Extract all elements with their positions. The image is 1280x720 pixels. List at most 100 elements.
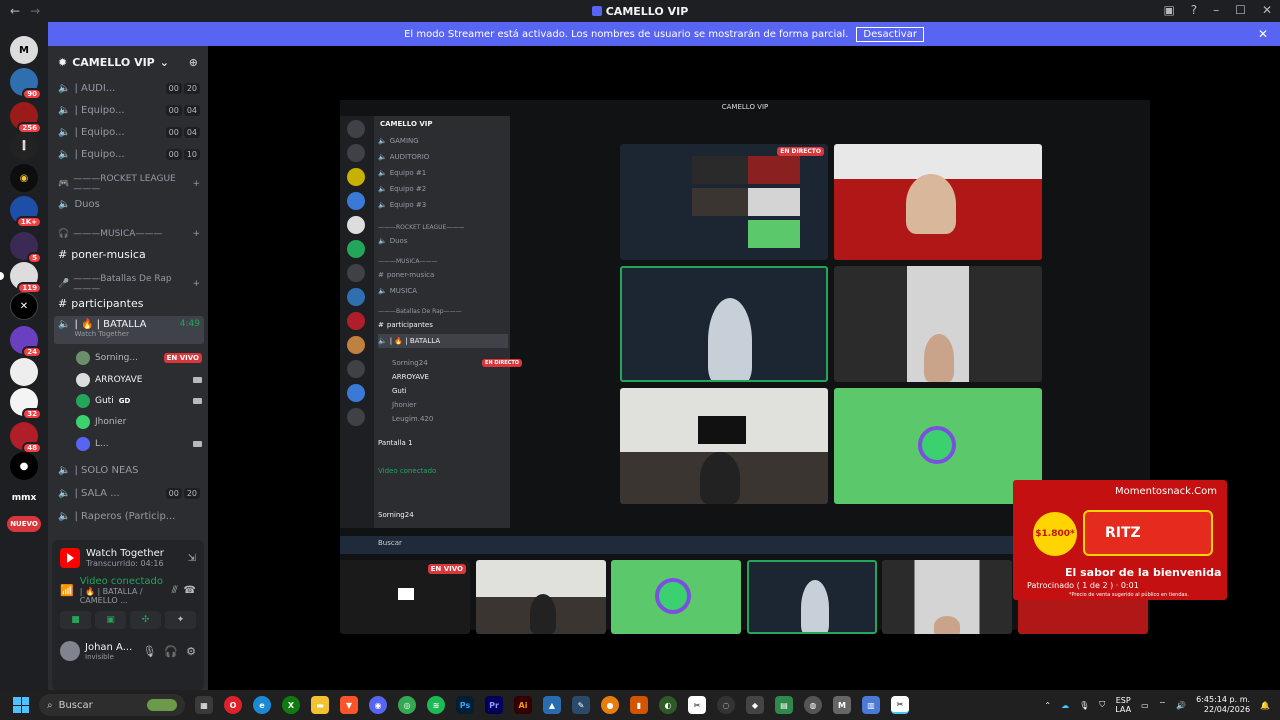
- guild-11[interactable]: 32: [10, 388, 42, 420]
- guild-3[interactable]: ⫿: [10, 132, 38, 160]
- illustrator-icon[interactable]: Ai: [514, 696, 532, 714]
- guild-0[interactable]: M: [10, 36, 38, 64]
- forward-arrow-icon[interactable]: →: [30, 4, 40, 18]
- guild-9[interactable]: 24: [10, 326, 42, 358]
- voice-user[interactable]: Jhonier: [76, 412, 202, 432]
- bottom-tile-camera[interactable]: [476, 560, 606, 634]
- camera-button[interactable]: ■: [60, 611, 91, 629]
- premiere-icon[interactable]: Pr: [485, 696, 503, 714]
- app-icon[interactable]: ✎: [572, 696, 590, 714]
- close-icon[interactable]: ✕: [1262, 3, 1272, 17]
- app-icon[interactable]: ▮: [630, 696, 648, 714]
- app-icon[interactable]: ▤: [775, 696, 793, 714]
- capcut-active-icon[interactable]: ✂: [891, 696, 909, 714]
- opera-icon[interactable]: O: [224, 696, 242, 714]
- voice-channel[interactable]: | 🔥 | BATALLA / CAMELLO ...: [80, 587, 166, 605]
- bottom-tile-avatar[interactable]: [611, 560, 741, 634]
- channel-equipo3[interactable]: 🔈 | Equipo... 00 10: [54, 144, 204, 164]
- clock[interactable]: 6:45:14 p. m. 22/04/2026: [1196, 695, 1250, 715]
- chrome-icon[interactable]: ◎: [398, 696, 416, 714]
- channel-poner-musica[interactable]: # poner-musica: [54, 244, 204, 264]
- voice-user[interactable]: Sorning... EN VIVO: [76, 348, 202, 368]
- guild-15[interactable]: NUEVO: [7, 516, 41, 532]
- channel-batalla[interactable]: 🔈 | 🔥 | BATALLA Watch Together 4:49: [54, 316, 204, 344]
- shield-icon[interactable]: ⛉: [1099, 700, 1105, 710]
- channel-participantes[interactable]: # participantes: [54, 293, 204, 313]
- app-icon[interactable]: ▲: [543, 696, 561, 714]
- server-header[interactable]: ✹ CAMELLO VIP ⌄ ⊕: [48, 46, 208, 78]
- guild-4[interactable]: ◉: [10, 164, 38, 192]
- wifi-icon[interactable]: ⌔: [1159, 700, 1167, 710]
- activity-row[interactable]: Watch Together Transcurrido: 04:16 ⇲: [52, 540, 204, 576]
- app-icon[interactable]: ◆: [746, 696, 764, 714]
- channel-raperos[interactable]: 🔈 | Raperos (Particip...: [54, 506, 204, 526]
- deactivate-streamer-button[interactable]: Desactivar: [856, 26, 924, 42]
- notifications-icon[interactable]: 🔔: [1260, 701, 1270, 710]
- bottom-tile-screen[interactable]: EN VIVO: [340, 560, 470, 634]
- maximize-icon[interactable]: ☐: [1235, 3, 1246, 17]
- app-icon[interactable]: M: [833, 696, 851, 714]
- discord-icon[interactable]: ◉: [369, 696, 387, 714]
- task-view-icon[interactable]: ▦: [195, 696, 213, 714]
- guild-6[interactable]: 5: [10, 232, 42, 264]
- voice-user[interactable]: Guti GD: [76, 391, 202, 411]
- guild-1[interactable]: 90: [10, 68, 42, 100]
- blender-icon[interactable]: ●: [601, 696, 619, 714]
- app-icon[interactable]: ◌: [717, 696, 735, 714]
- channel-auditorio[interactable]: 🔈 | AUDI... 00 20: [54, 78, 204, 98]
- chevron-up-icon[interactable]: ⌃: [1044, 701, 1051, 710]
- headphones-icon[interactable]: 🎧: [164, 645, 178, 658]
- sponsored-ad[interactable]: Momentosnack.Com $1.800* RITZ El sabor d…: [1013, 480, 1227, 600]
- guild-10[interactable]: [10, 358, 38, 386]
- category-musica[interactable]: 🎧 ———MUSICA——— +: [54, 224, 204, 244]
- photoshop-icon[interactable]: Ps: [456, 696, 474, 714]
- minimize-icon[interactable]: –: [1213, 3, 1219, 17]
- guild-12[interactable]: 48: [10, 422, 42, 454]
- guild-13[interactable]: ●: [10, 452, 38, 480]
- taskbar-search[interactable]: ⌕ Buscar: [39, 694, 185, 716]
- mic-icon[interactable]: 🎙: [142, 645, 156, 658]
- app-icon[interactable]: ◍: [804, 696, 822, 714]
- settings-gear-icon[interactable]: ⚙: [186, 645, 196, 658]
- help-icon[interactable]: ?: [1191, 3, 1197, 17]
- volume-icon[interactable]: 🔊: [1176, 701, 1186, 710]
- language-indicator[interactable]: ESP LAA: [1115, 696, 1131, 714]
- guild-2[interactable]: 256: [10, 102, 42, 134]
- guild-8[interactable]: ✕: [10, 292, 38, 320]
- capcut-icon[interactable]: ✂: [688, 696, 706, 714]
- brave-icon[interactable]: ▼: [340, 696, 358, 714]
- inbox-icon[interactable]: ▣: [1163, 3, 1174, 17]
- windows-start-icon[interactable]: [13, 697, 29, 713]
- app-icon[interactable]: ◐: [659, 696, 677, 714]
- add-member-icon[interactable]: ⊕: [189, 56, 198, 69]
- file-explorer-icon[interactable]: ▬: [311, 696, 329, 714]
- add-channel-icon[interactable]: +: [192, 179, 200, 189]
- bottom-tile-camera[interactable]: [747, 560, 877, 634]
- network-icon[interactable]: ▭: [1141, 701, 1149, 710]
- disconnect-icon[interactable]: ☎: [184, 585, 196, 596]
- ad-site[interactable]: Momentosnack.Com: [1115, 486, 1217, 497]
- guild-5[interactable]: 1K+: [10, 196, 42, 228]
- leave-activity-icon[interactable]: ⇲: [188, 553, 196, 564]
- channel-duos[interactable]: 🔈 Duos: [54, 194, 204, 214]
- activities-button[interactable]: ✣: [130, 611, 161, 629]
- notepad-icon[interactable]: ▥: [862, 696, 880, 714]
- mic-tray-icon[interactable]: 🎙: [1079, 701, 1089, 710]
- guild-14[interactable]: mmx: [10, 484, 38, 512]
- voice-user[interactable]: ARROYAVE: [76, 370, 202, 390]
- back-arrow-icon[interactable]: ←: [10, 4, 20, 18]
- close-banner-icon[interactable]: ✕: [1258, 27, 1268, 41]
- avatar[interactable]: [60, 641, 80, 661]
- add-channel-icon[interactable]: +: [192, 279, 200, 289]
- voice-status[interactable]: Video conectado: [80, 576, 166, 587]
- onedrive-icon[interactable]: ☁: [1061, 701, 1069, 710]
- spotify-icon[interactable]: ≋: [427, 696, 445, 714]
- channel-equipo2[interactable]: 🔈 | Equipo... 00 04: [54, 122, 204, 142]
- bottom-tile-camera[interactable]: [882, 560, 1012, 634]
- channel-sala[interactable]: 🔈 | SALA ... 00 20: [54, 483, 204, 503]
- add-channel-icon[interactable]: +: [192, 229, 200, 239]
- category-rocket-league[interactable]: 🎮 ———ROCKET LEAGUE——— +: [54, 174, 204, 194]
- noise-suppression-icon[interactable]: ⫻: [172, 585, 178, 596]
- channel-equipo1[interactable]: 🔈 | Equipo... 00 04: [54, 100, 204, 120]
- edge-icon[interactable]: e: [253, 696, 271, 714]
